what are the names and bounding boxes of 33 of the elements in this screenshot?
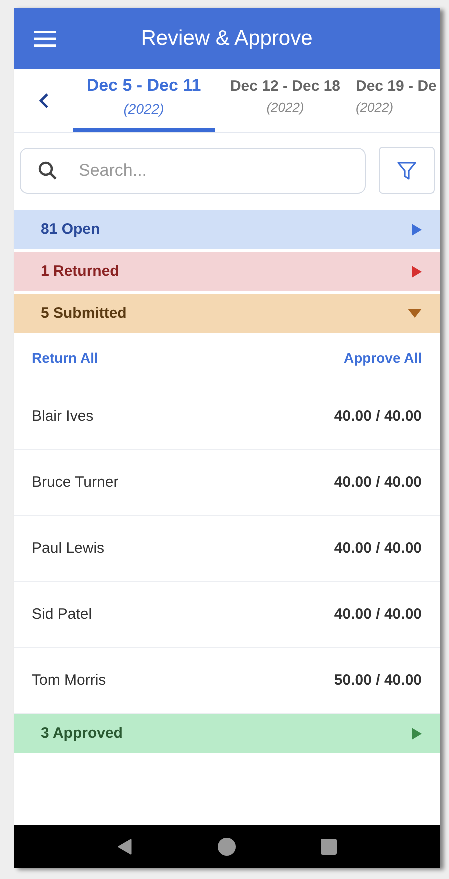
group-label: 1 Returned xyxy=(41,263,120,280)
home-nav-icon[interactable] xyxy=(218,838,236,856)
employee-name: Tom Morris xyxy=(32,672,106,689)
week-tab[interactable]: Dec 19 - De (2022) xyxy=(356,69,440,132)
back-icon[interactable] xyxy=(38,92,48,108)
search-field[interactable]: Search... xyxy=(20,148,366,194)
hours-value: 40.00 / 40.00 xyxy=(334,474,422,491)
employee-name: Bruce Turner xyxy=(32,474,119,491)
group-header[interactable]: 1 Returned xyxy=(14,252,440,291)
hours-value: 40.00 / 40.00 xyxy=(334,540,422,557)
group-label: 5 Submitted xyxy=(41,305,127,322)
back-nav-icon[interactable] xyxy=(116,838,134,856)
approve-all-link[interactable]: Approve All xyxy=(344,350,422,366)
week-tab[interactable]: Dec 5 - Dec 11 (2022) xyxy=(73,69,215,132)
hours-value: 50.00 / 40.00 xyxy=(334,672,422,689)
filter-icon xyxy=(397,160,417,180)
employee-name: Paul Lewis xyxy=(32,540,105,557)
search-icon xyxy=(38,160,58,180)
group-header[interactable]: 3 Approved xyxy=(14,714,440,753)
hours-value: 40.00 / 40.00 xyxy=(334,606,422,623)
week-tab[interactable]: Dec 12 - Dec 18 (2022) xyxy=(215,69,356,132)
recents-nav-icon[interactable] xyxy=(320,838,338,856)
employee-name: Blair Ives xyxy=(32,408,94,425)
group-header[interactable]: 5 Submitted xyxy=(14,294,440,333)
group-label: 3 Approved xyxy=(41,725,123,742)
group-header[interactable]: 81 Open xyxy=(14,210,440,249)
menu-icon[interactable] xyxy=(34,30,56,46)
screen-title: Review & Approve xyxy=(140,26,314,50)
employee-name: Sid Patel xyxy=(32,606,92,623)
filter-button[interactable] xyxy=(379,147,435,194)
hours-value: 40.00 / 40.00 xyxy=(334,408,422,425)
return-all-link[interactable]: Return All xyxy=(32,350,98,366)
group-label: 81 Open xyxy=(41,221,100,238)
